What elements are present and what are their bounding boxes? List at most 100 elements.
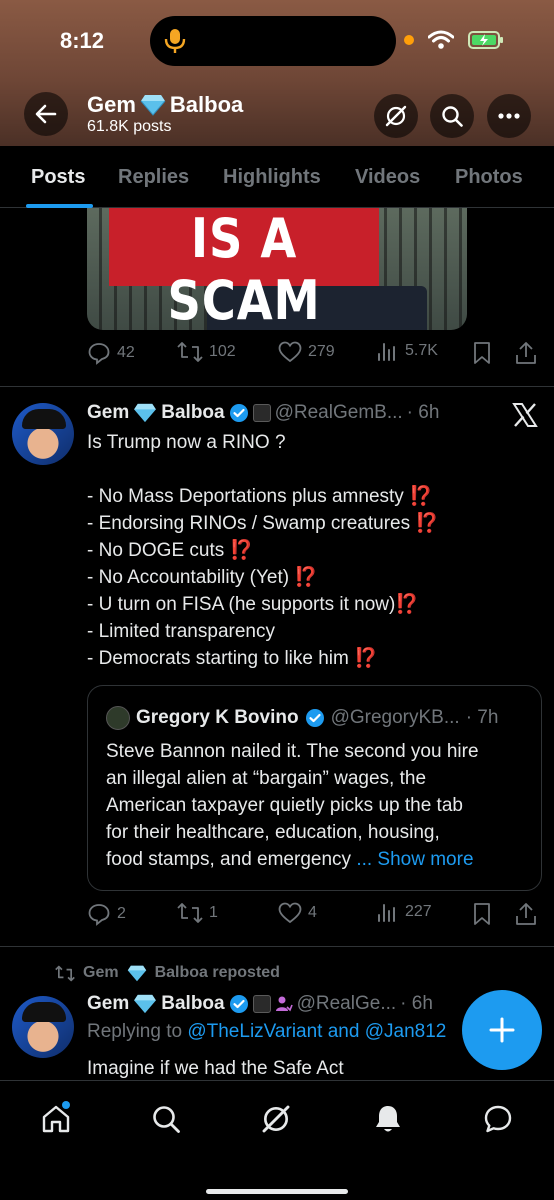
profile-post-count: 61.8K posts	[87, 118, 172, 135]
author-name-first[interactable]: Gem	[87, 402, 129, 424]
search-button[interactable]	[430, 94, 474, 138]
post-time: · 6h	[406, 402, 440, 423]
post-text-line: Is Trump now a RINO ?	[87, 432, 286, 453]
tab-replies[interactable]: Replies	[118, 166, 189, 189]
reply-count: 2	[117, 905, 126, 922]
quoted-post[interactable]: Gregory K Bovino @GregoryKB... · 7h Stev…	[87, 685, 542, 891]
back-button[interactable]	[24, 92, 68, 136]
like-count: 4	[308, 904, 317, 921]
profile-tabs: Posts Replies Highlights Videos Photos	[0, 146, 554, 208]
quoted-author-handle: @GregoryKB...	[330, 707, 460, 728]
profile-header: 8:12 Gem Balboa 61.8K posts	[0, 0, 554, 146]
verified-badge-icon	[305, 709, 324, 727]
repost-author-rest[interactable]: Balboa reposted	[155, 964, 280, 982]
status-time: 8:12	[60, 28, 105, 53]
tab-highlights[interactable]: Highlights	[223, 166, 321, 189]
dynamic-island	[150, 16, 396, 66]
exclamation-question-icon: ⁉️	[409, 486, 433, 507]
repost-icon	[177, 342, 203, 362]
post-text-line: - Endorsing RINOs / Swamp creatures ⁉️	[87, 513, 440, 534]
nav-notifications[interactable]	[368, 1099, 408, 1139]
plus-icon	[489, 1017, 515, 1043]
show-more-link[interactable]: ... Show more	[356, 849, 473, 870]
share-button[interactable]	[515, 341, 537, 365]
bookmark-button[interactable]	[472, 902, 492, 926]
status-icons	[404, 30, 504, 50]
quoted-text-line: American taxpayer quietly picks up the t…	[106, 795, 463, 816]
author-name-last[interactable]: Balboa	[161, 993, 224, 1015]
exclamation-question-icon: ⁉️	[229, 540, 254, 561]
repost-button[interactable]: 1	[177, 902, 218, 924]
active-tab-indicator	[26, 204, 93, 208]
like-count: 279	[308, 343, 335, 360]
grok-icon	[262, 1105, 290, 1133]
author-handle[interactable]: @RealGe...	[297, 993, 397, 1015]
bookmark-button[interactable]	[472, 341, 492, 365]
quoted-text-line: Steve Bannon nailed it. The second you h…	[106, 741, 479, 762]
views-icon	[378, 904, 395, 922]
reply-icon	[88, 343, 110, 365]
author-name-first[interactable]: Gem	[87, 993, 129, 1015]
post-divider	[0, 946, 554, 947]
share-button[interactable]	[515, 902, 537, 926]
author-handle[interactable]: @RealGemB...	[275, 402, 403, 424]
post-text: Imagine if we had the Safe Act	[87, 1058, 344, 1079]
post-text-line: - U turn on FISA (he supports it now)⁉️	[87, 594, 420, 615]
replying-to-users[interactable]: @TheLizVariant and @Jan812	[187, 1021, 446, 1042]
tab-photos[interactable]: Photos	[455, 166, 523, 189]
microphone-icon	[164, 29, 186, 53]
grok-icon	[385, 105, 407, 127]
repost-count: 102	[209, 343, 236, 360]
profile-name: Gem Balboa	[87, 92, 243, 118]
bell-icon	[376, 1106, 400, 1132]
share-icon	[516, 342, 536, 364]
nav-home[interactable]	[36, 1099, 76, 1139]
post-text-line: - Limited transparency	[87, 621, 275, 642]
like-button[interactable]: 4	[278, 902, 317, 924]
nav-messages[interactable]	[478, 1099, 518, 1139]
replying-to: Replying to @TheLizVariant and @Jan812	[87, 1018, 457, 1045]
avatar[interactable]	[12, 996, 74, 1058]
search-icon	[442, 106, 463, 127]
nav-search[interactable]	[146, 1099, 186, 1139]
post-text-line: - No Mass Deportations plus amnesty ⁉️	[87, 486, 433, 507]
repost-author-first[interactable]: Gem	[83, 964, 119, 982]
quoted-post-text: Steve Bannon nailed it. The second you h…	[106, 738, 531, 873]
exclamation-question-icon: ⁉️	[415, 513, 440, 534]
tab-videos[interactable]: Videos	[355, 166, 420, 189]
quoted-text-line: an illegal alien at “bargain” wages, the	[106, 768, 427, 789]
views-button[interactable]: 227	[377, 902, 432, 922]
image-sign-text: IS A SCAM	[109, 208, 380, 330]
more-icon	[498, 113, 520, 119]
post-time: · 6h	[400, 993, 433, 1014]
repost-button[interactable]: 102	[177, 341, 236, 363]
views-button[interactable]: 5.7K	[377, 341, 438, 361]
reply-button[interactable]: 2	[87, 902, 126, 926]
heart-icon	[278, 341, 302, 363]
exclamation-question-icon: ⁉️	[294, 567, 319, 588]
nav-grok[interactable]	[256, 1099, 296, 1139]
like-button[interactable]: 279	[278, 341, 335, 363]
notification-dot	[62, 1101, 70, 1109]
views-icon	[378, 343, 395, 361]
diamond-icon	[134, 403, 157, 423]
post-text-line: - Democrats starting to like him ⁉️	[87, 648, 378, 669]
post-media-image[interactable]: IS A SCAM	[87, 208, 467, 330]
replying-to-label: Replying to	[87, 1021, 183, 1042]
more-options-button[interactable]	[487, 94, 531, 138]
post-text: Is Trump now a RINO ? - No Mass Deportat…	[87, 429, 527, 672]
wifi-icon	[428, 30, 454, 49]
share-icon	[516, 903, 536, 925]
verified-badge-icon	[229, 995, 248, 1013]
arrow-left-icon	[35, 104, 57, 124]
exclamation-question-icon: ⁉️	[354, 648, 378, 669]
reply-button[interactable]: 42	[87, 341, 135, 365]
grok-button[interactable]	[374, 94, 418, 138]
compose-button[interactable]	[462, 990, 542, 1070]
avatar[interactable]	[12, 403, 74, 465]
author-name-last[interactable]: Balboa	[161, 402, 224, 424]
tab-posts[interactable]: Posts	[31, 166, 85, 189]
views-count: 5.7K	[405, 342, 438, 359]
reply-icon	[88, 904, 110, 926]
bookmark-icon	[474, 342, 490, 364]
